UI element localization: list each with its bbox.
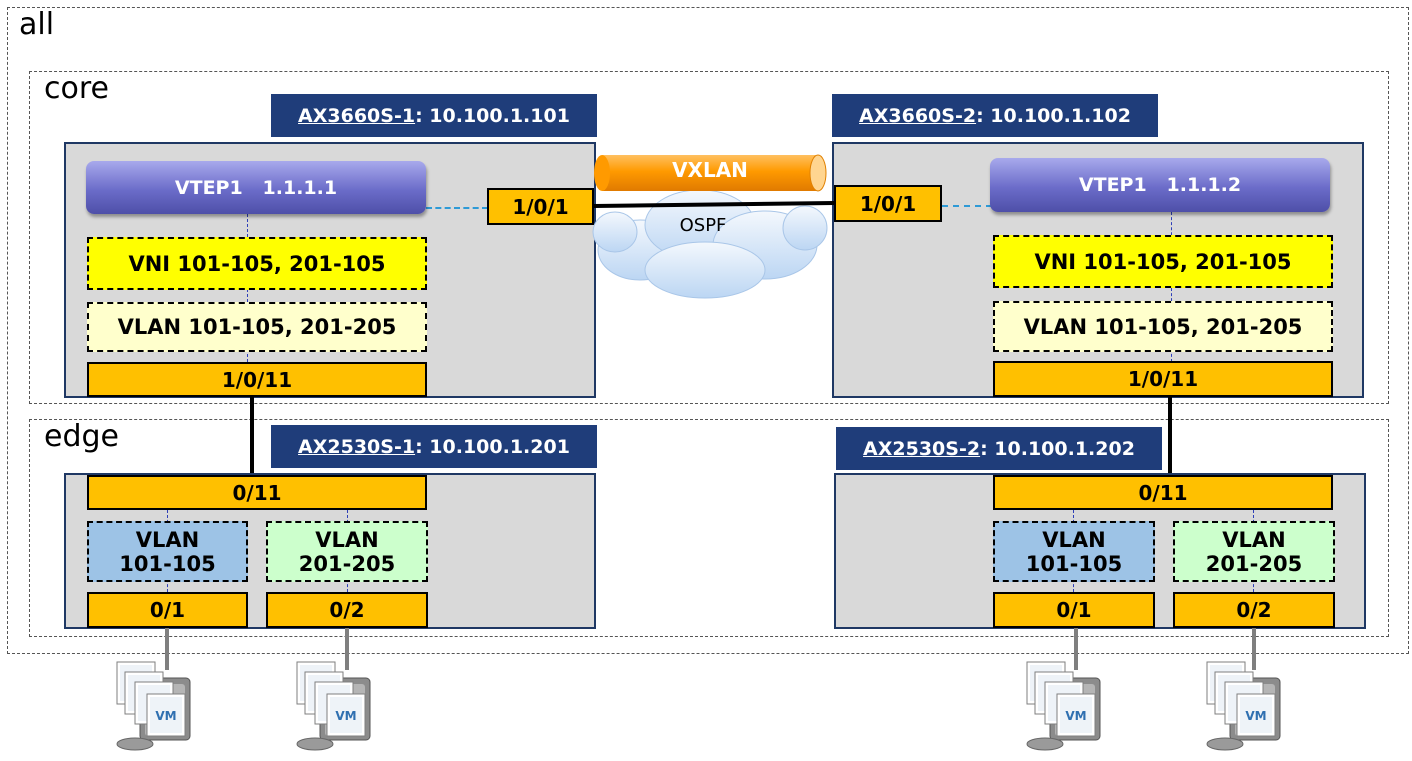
vm-label: VM — [335, 709, 356, 723]
vm-label: VM — [155, 709, 176, 723]
server-edge-left-b-icon: VM — [296, 628, 371, 751]
server-edge-right-b-icon: VM — [1206, 628, 1281, 751]
server-edge-right-a-icon: VM — [1026, 628, 1101, 751]
server-icons: VM VM VM VM — [116, 628, 1281, 751]
vm-label: VM — [1065, 709, 1086, 723]
vm-label: VM — [1245, 709, 1266, 723]
server-edge-left-a-icon: VM — [116, 628, 191, 751]
